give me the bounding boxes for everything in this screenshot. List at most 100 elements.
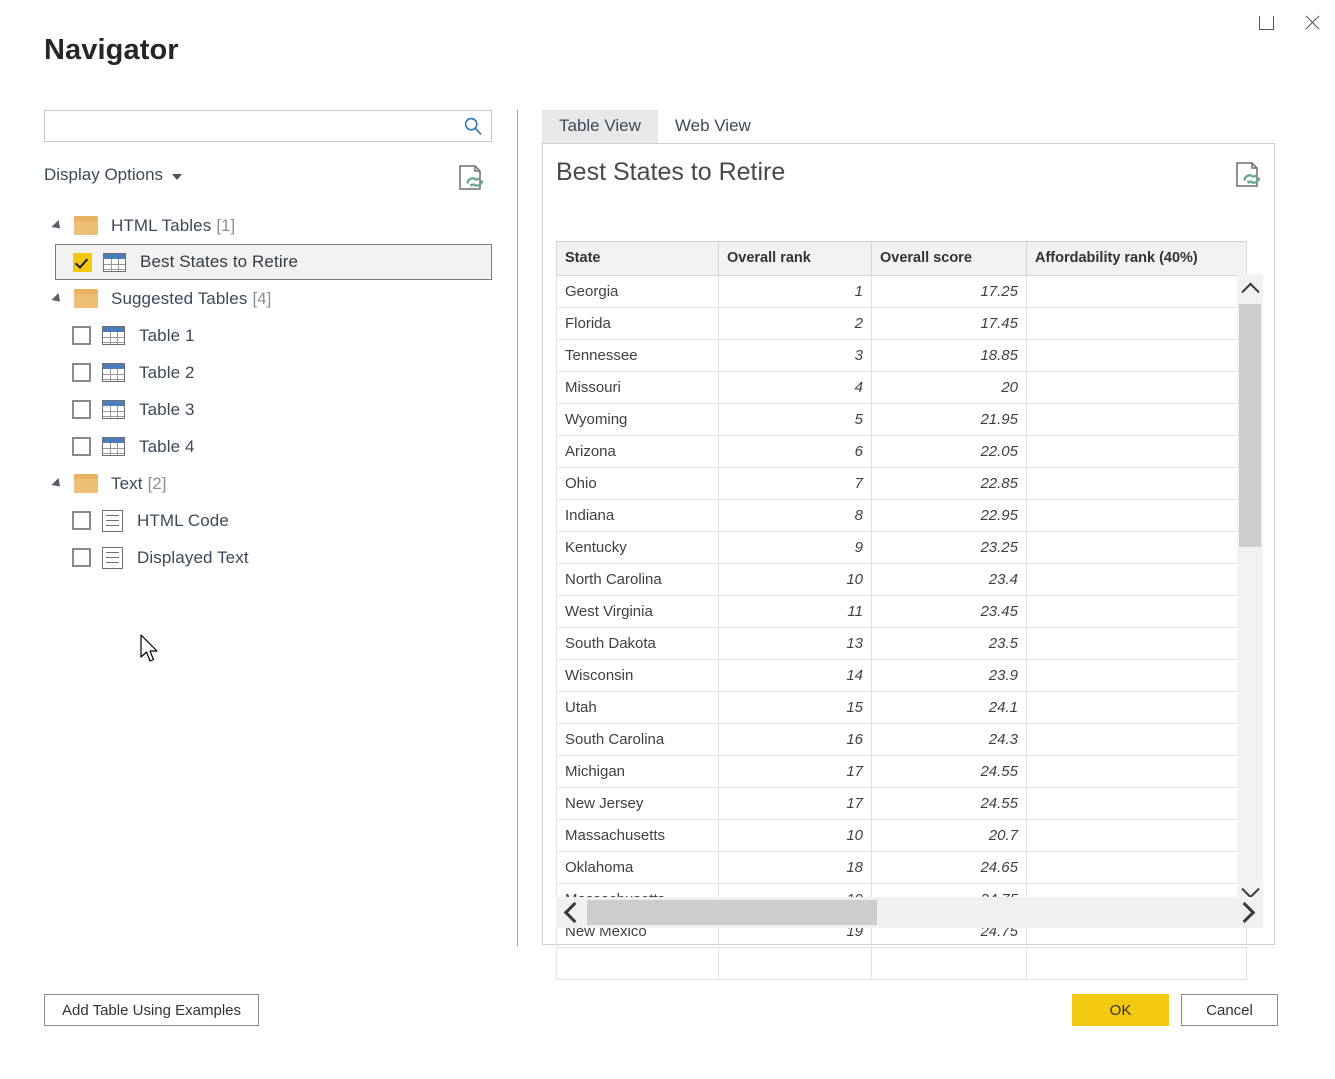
restore-button[interactable] [1243, 0, 1289, 46]
expander-expanded-icon[interactable] [51, 219, 64, 232]
tree-item-label: Displayed Text [137, 547, 249, 567]
cell-state: South Dakota [556, 627, 719, 660]
table-row[interactable]: Massachusetts 10 20.7 [556, 819, 1247, 852]
tree-item-label: Table 1 [139, 325, 195, 345]
object-tree: HTML Tables [1] Best States to Retire Su… [44, 207, 494, 576]
refresh-document-icon[interactable] [458, 164, 484, 192]
cell-affordability-rank [1026, 851, 1247, 884]
tree-item-checkbox[interactable] [72, 511, 91, 530]
refresh-document-icon[interactable] [1235, 161, 1261, 189]
table-row[interactable]: Georgia 1 17.25 [556, 275, 1247, 308]
cell-overall-rank: 8 [718, 499, 872, 532]
tree-item-checkbox[interactable] [72, 548, 91, 567]
table-row[interactable]: Indiana 8 22.95 [556, 499, 1247, 532]
tree-item-checkbox[interactable] [73, 252, 92, 272]
table-row[interactable]: Wisconsin 14 23.9 [556, 659, 1247, 692]
cell-overall-score: 21.95 [871, 403, 1027, 436]
tree-item-html-code[interactable]: HTML Code [44, 502, 494, 539]
add-table-using-examples-button[interactable]: Add Table Using Examples [44, 994, 259, 1026]
grid-body: Georgia 1 17.25 Florida 2 17.45 Tennessee 3 18.8… [556, 275, 1247, 980]
horizontal-scrollbar-thumb[interactable] [587, 900, 877, 925]
data-grid-wrapper: State Overall rank Overall score Afforda… [556, 241, 1263, 980]
close-button[interactable] [1289, 0, 1335, 46]
cell-affordability-rank [1026, 563, 1247, 596]
cell-affordability-rank [1026, 435, 1247, 468]
tree-item-table-1[interactable]: Table 1 [44, 317, 494, 354]
tree-group-text[interactable]: Text [2] [44, 465, 494, 502]
display-options-row: Display Options [44, 165, 494, 191]
chevron-up-icon [1240, 282, 1260, 301]
chevron-down-icon [172, 173, 183, 180]
table-row[interactable]: Missouri 4 20 [556, 371, 1247, 404]
cell-state: Michigan [556, 755, 719, 788]
table-row[interactable]: Arizona 6 22.05 [556, 435, 1247, 468]
cell-overall-rank: 11 [718, 595, 872, 628]
tree-item-table-3[interactable]: Table 3 [44, 391, 494, 428]
column-header-overall-rank[interactable]: Overall rank [718, 241, 872, 276]
table-row[interactable]: Kentucky 9 23.25 [556, 531, 1247, 564]
scroll-up-button[interactable] [1237, 274, 1263, 301]
table-row[interactable]: South Dakota 13 23.5 [556, 627, 1247, 660]
cell-overall-score: 24.55 [871, 755, 1027, 788]
tab-table-view[interactable]: Table View [542, 110, 658, 143]
column-header-state[interactable]: State [556, 241, 719, 276]
table-row[interactable]: Michigan 17 24.55 [556, 755, 1247, 788]
tree-item-table-4[interactable]: Table 4 [44, 428, 494, 465]
tree-item-label: Table 4 [139, 436, 195, 456]
tree-group-label: Text [111, 473, 143, 493]
search-input[interactable] [44, 110, 492, 142]
column-header-affordability-rank[interactable]: Affordability rank (40%) [1026, 241, 1247, 276]
cell-state: Missouri [556, 371, 719, 404]
cell-overall-rank: 16 [718, 723, 872, 756]
scroll-left-button[interactable] [556, 897, 587, 928]
table-row[interactable]: Utah 15 24.1 [556, 691, 1247, 724]
tree-group-suggested-tables[interactable]: Suggested Tables [4] [44, 280, 494, 317]
table-icon [103, 252, 126, 272]
cell-affordability-rank [1026, 947, 1247, 980]
cell-state: North Carolina [556, 563, 719, 596]
tree-item-best-states-to-retire[interactable]: Best States to Retire [55, 244, 492, 280]
expander-expanded-icon[interactable] [51, 292, 64, 305]
tree-item-label: Table 2 [139, 362, 195, 382]
cell-state: Oklahoma [556, 851, 719, 884]
table-row[interactable]: Tennessee 3 18.85 [556, 339, 1247, 372]
horizontal-scrollbar[interactable] [556, 897, 1263, 928]
table-row[interactable]: West Virginia 11 23.45 [556, 595, 1247, 628]
cell-overall-rank: 5 [718, 403, 872, 436]
display-options-button[interactable]: Display Options [44, 165, 183, 185]
cell-affordability-rank [1026, 723, 1247, 756]
tree-item-checkbox[interactable] [72, 326, 91, 345]
tab-web-view[interactable]: Web View [658, 110, 768, 143]
preview-panel: Table View Web View Best States to Retir… [542, 110, 1275, 980]
table-row[interactable]: Oklahoma 18 24.65 [556, 851, 1247, 884]
table-row[interactable]: South Carolina 16 24.3 [556, 723, 1247, 756]
vertical-scrollbar[interactable] [1237, 274, 1263, 906]
column-header-overall-score[interactable]: Overall score [871, 241, 1027, 276]
table-row[interactable]: New Jersey 17 24.55 [556, 787, 1247, 820]
folder-icon [74, 474, 98, 493]
table-row[interactable]: Ohio 7 22.85 [556, 467, 1247, 500]
table-icon [102, 400, 125, 419]
close-icon [1303, 14, 1321, 32]
scroll-right-button[interactable] [1232, 897, 1263, 928]
cell-overall-rank: 14 [718, 659, 872, 692]
tree-item-checkbox[interactable] [72, 437, 91, 456]
vertical-scrollbar-thumb[interactable] [1239, 304, 1261, 547]
table-row[interactable]: Florida 2 17.45 [556, 307, 1247, 340]
table-row[interactable]: Wyoming 5 21.95 [556, 403, 1247, 436]
document-icon [102, 509, 123, 532]
cancel-button[interactable]: Cancel [1181, 994, 1278, 1026]
expander-expanded-icon[interactable] [51, 477, 64, 490]
tree-item-label: Table 3 [139, 399, 195, 419]
tree-group-html-tables[interactable]: HTML Tables [1] [44, 207, 494, 244]
tree-item-table-2[interactable]: Table 2 [44, 354, 494, 391]
cell-state: Arizona [556, 435, 719, 468]
document-icon [102, 546, 123, 569]
tree-item-displayed-text[interactable]: Displayed Text [44, 539, 494, 576]
tree-item-checkbox[interactable] [72, 363, 91, 382]
table-row[interactable] [556, 947, 1247, 980]
tree-item-checkbox[interactable] [72, 400, 91, 419]
chevron-left-icon [563, 901, 585, 924]
ok-button[interactable]: OK [1072, 994, 1169, 1026]
table-row[interactable]: North Carolina 10 23.4 [556, 563, 1247, 596]
